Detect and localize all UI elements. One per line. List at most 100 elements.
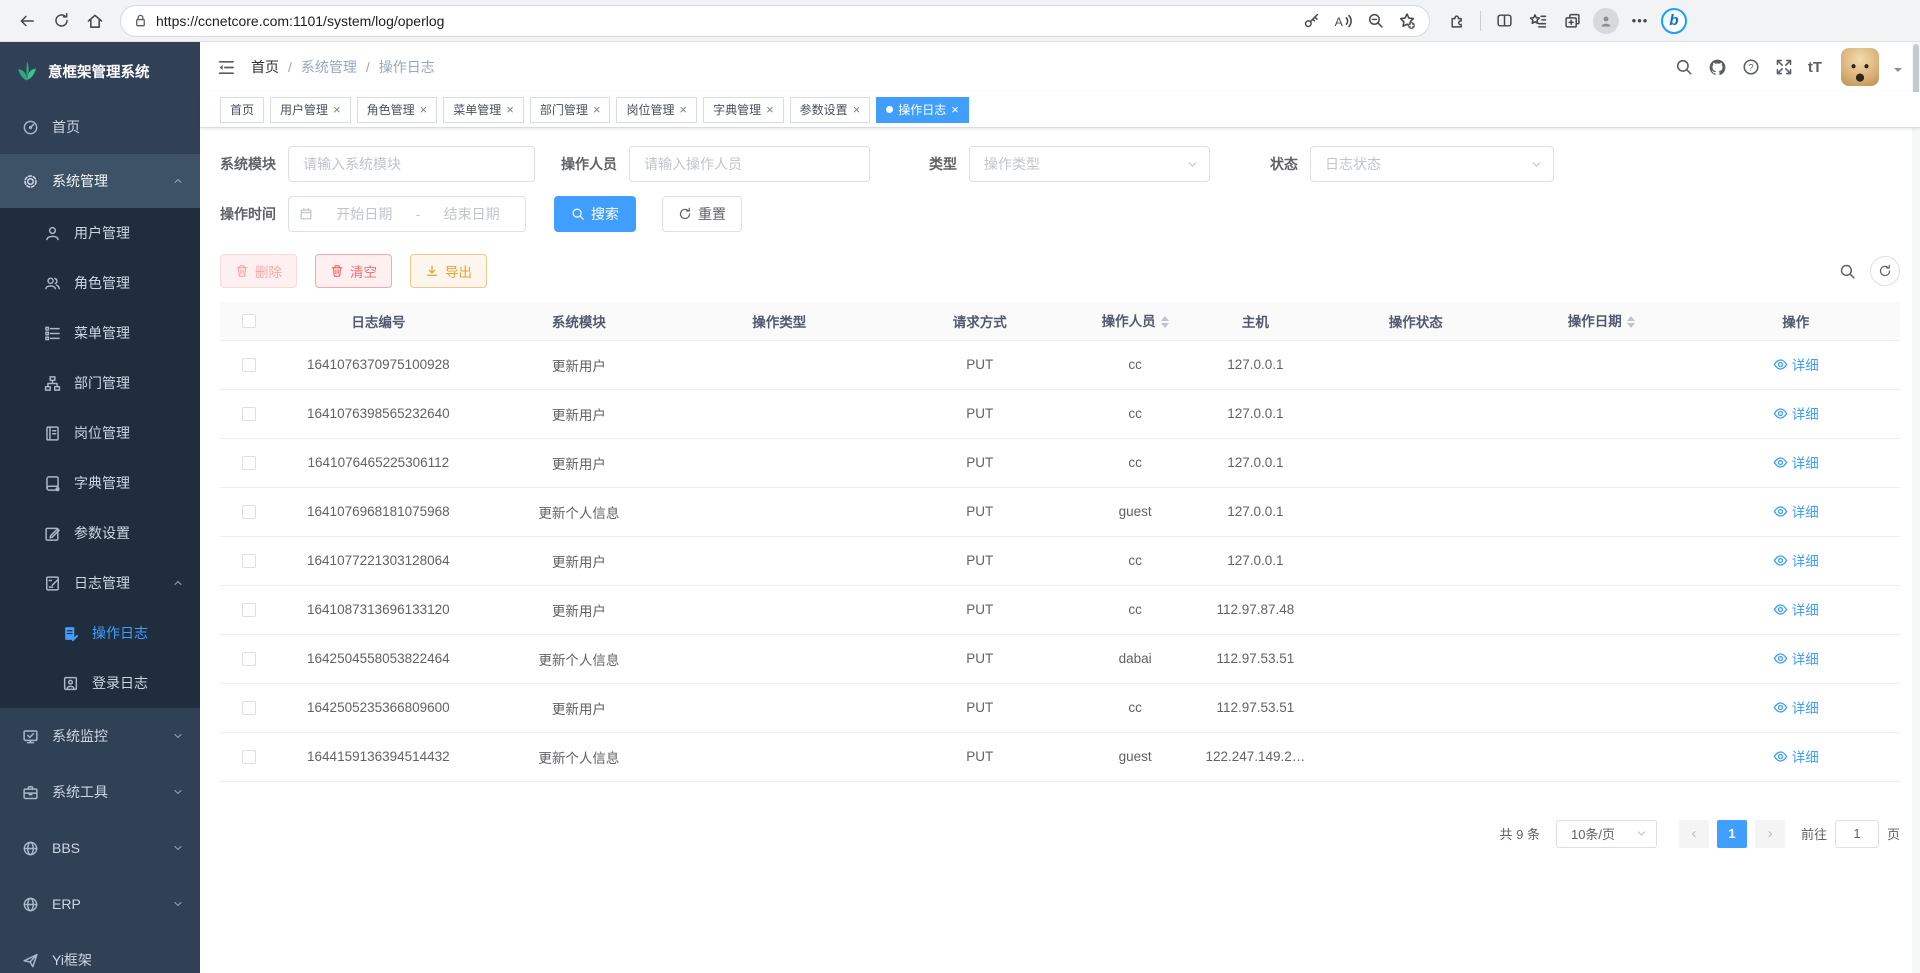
sort-icon[interactable] (1161, 312, 1169, 332)
tab-operation-log[interactable]: 操作日志× (876, 97, 969, 123)
close-icon[interactable]: × (679, 102, 687, 117)
help-icon[interactable]: ? (1742, 58, 1760, 76)
page-number-button[interactable]: 1 (1717, 820, 1747, 848)
toggle-search-icon[interactable] (1839, 263, 1856, 280)
app-logo[interactable]: 意框架管理系统 (0, 42, 200, 100)
col-operator[interactable]: 操作人员 (1080, 302, 1190, 340)
fullscreen-icon[interactable] (1775, 58, 1793, 76)
tab-post-management[interactable]: 岗位管理× (616, 97, 697, 123)
sidebar-item-bbs[interactable]: BBS (0, 820, 200, 876)
page-size-select[interactable]: 10条/页 (1556, 820, 1657, 848)
detail-link[interactable]: 详细 (1773, 746, 1819, 766)
row-checkbox[interactable] (242, 701, 256, 715)
page-scrollbar[interactable] (1912, 42, 1920, 973)
close-icon[interactable]: × (853, 102, 861, 117)
row-checkbox[interactable] (242, 505, 256, 519)
sidebar-item-system[interactable]: 系统管理 (0, 154, 200, 208)
home-icon[interactable] (78, 5, 112, 37)
detail-link[interactable]: 详细 (1773, 599, 1819, 619)
back-icon[interactable] (10, 5, 44, 37)
status-filter-select[interactable]: 日志状态 (1310, 146, 1554, 182)
refresh-icon[interactable] (44, 5, 78, 37)
github-icon[interactable] (1708, 58, 1727, 77)
tab-department-management[interactable]: 部门管理× (530, 97, 611, 123)
tab-parameter-settings[interactable]: 参数设置× (790, 97, 871, 123)
split-screen-icon[interactable] (1487, 5, 1521, 37)
browser-profile-icon[interactable] (1589, 5, 1623, 37)
tab-user-management[interactable]: 用户管理× (270, 97, 351, 123)
detail-link[interactable]: 详细 (1773, 697, 1819, 717)
breadcrumb-home[interactable]: 首页 (251, 57, 279, 77)
search-button[interactable]: 搜索 (554, 196, 636, 232)
row-checkbox[interactable] (242, 603, 256, 617)
detail-link[interactable]: 详细 (1773, 403, 1819, 423)
detail-link[interactable]: 详细 (1773, 501, 1819, 521)
sidebar-item-home[interactable]: 首页 (0, 100, 200, 154)
clear-button[interactable]: 清空 (315, 254, 392, 288)
favorites-icon[interactable] (1521, 5, 1555, 37)
detail-link[interactable]: 详细 (1773, 648, 1819, 668)
address-bar[interactable]: https://ccnetcore.com:1101/system/log/op… (120, 5, 1430, 37)
date-range-picker[interactable]: 开始日期 - 结束日期 (288, 196, 526, 232)
reset-button[interactable]: 重置 (662, 196, 742, 232)
close-icon[interactable]: × (593, 102, 601, 117)
sidebar-item-menus[interactable]: 菜单管理 (0, 308, 200, 358)
header-search-icon[interactable] (1675, 58, 1693, 76)
sidebar-item-tools[interactable]: 系统工具 (0, 764, 200, 820)
browser-more-icon[interactable]: ••• (1623, 5, 1657, 37)
password-key-icon[interactable] (1295, 5, 1327, 37)
sidebar-item-departments[interactable]: 部门管理 (0, 358, 200, 408)
sidebar-item-roles[interactable]: 角色管理 (0, 258, 200, 308)
tab-menu-management[interactable]: 菜单管理× (443, 97, 524, 123)
sort-icon[interactable] (1627, 312, 1635, 332)
collapse-sidebar-icon[interactable] (216, 58, 235, 77)
operator-filter-input[interactable] (629, 146, 870, 182)
close-icon[interactable]: × (420, 102, 428, 117)
next-page-button[interactable]: › (1755, 820, 1785, 848)
type-filter-select[interactable]: 操作类型 (969, 146, 1210, 182)
extensions-icon[interactable] (1440, 5, 1474, 37)
row-checkbox[interactable] (242, 652, 256, 666)
delete-button[interactable]: 删除 (220, 254, 297, 288)
sidebar-item-users[interactable]: 用户管理 (0, 208, 200, 258)
sidebar-item-posts[interactable]: 岗位管理 (0, 408, 200, 458)
sidebar-item-login-log[interactable]: 登录日志 (0, 658, 200, 708)
bing-chat-icon[interactable]: b (1657, 5, 1691, 37)
collections-icon[interactable] (1555, 5, 1589, 37)
detail-link[interactable]: 详细 (1773, 354, 1819, 374)
sidebar-item-dictionary[interactable]: 字典管理 (0, 458, 200, 508)
row-checkbox[interactable] (242, 456, 256, 470)
sidebar-item-operation-log[interactable]: 操作日志 (0, 608, 200, 658)
avatar-caret-icon[interactable] (1894, 68, 1902, 76)
row-checkbox[interactable] (242, 358, 256, 372)
font-size-icon[interactable]: tT (1808, 59, 1822, 76)
sidebar-item-erp[interactable]: ERP (0, 876, 200, 932)
select-all-checkbox[interactable] (242, 314, 256, 328)
user-avatar[interactable] (1841, 48, 1879, 86)
sidebar-item-parameters[interactable]: 参数设置 (0, 508, 200, 558)
zoom-out-icon[interactable] (1359, 5, 1391, 37)
goto-page-input[interactable] (1835, 820, 1879, 848)
row-checkbox[interactable] (242, 407, 256, 421)
read-aloud-icon[interactable]: A (1327, 5, 1359, 37)
sidebar-item-monitor[interactable]: 系统监控 (0, 708, 200, 764)
col-date[interactable]: 操作日期 (1511, 302, 1691, 340)
refresh-table-icon[interactable] (1870, 256, 1900, 286)
detail-link[interactable]: 详细 (1773, 452, 1819, 472)
tab-dict-management[interactable]: 字典管理× (703, 97, 784, 123)
detail-link[interactable]: 详细 (1773, 550, 1819, 570)
tab-home[interactable]: 首页 (220, 97, 264, 123)
tab-role-management[interactable]: 角色管理× (357, 97, 438, 123)
row-checkbox[interactable] (242, 750, 256, 764)
sidebar-item-yi-framework[interactable]: Yi框架 (0, 932, 200, 973)
close-icon[interactable]: × (506, 102, 514, 117)
export-button[interactable]: 导出 (410, 254, 487, 288)
add-favorite-icon[interactable] (1391, 5, 1423, 37)
prev-page-button[interactable]: ‹ (1679, 820, 1709, 848)
close-icon[interactable]: × (951, 102, 959, 117)
row-checkbox[interactable] (242, 554, 256, 568)
sidebar-item-logs[interactable]: 日志管理 (0, 558, 200, 608)
close-icon[interactable]: × (766, 102, 774, 117)
close-icon[interactable]: × (333, 102, 341, 117)
module-filter-input[interactable] (288, 146, 535, 182)
